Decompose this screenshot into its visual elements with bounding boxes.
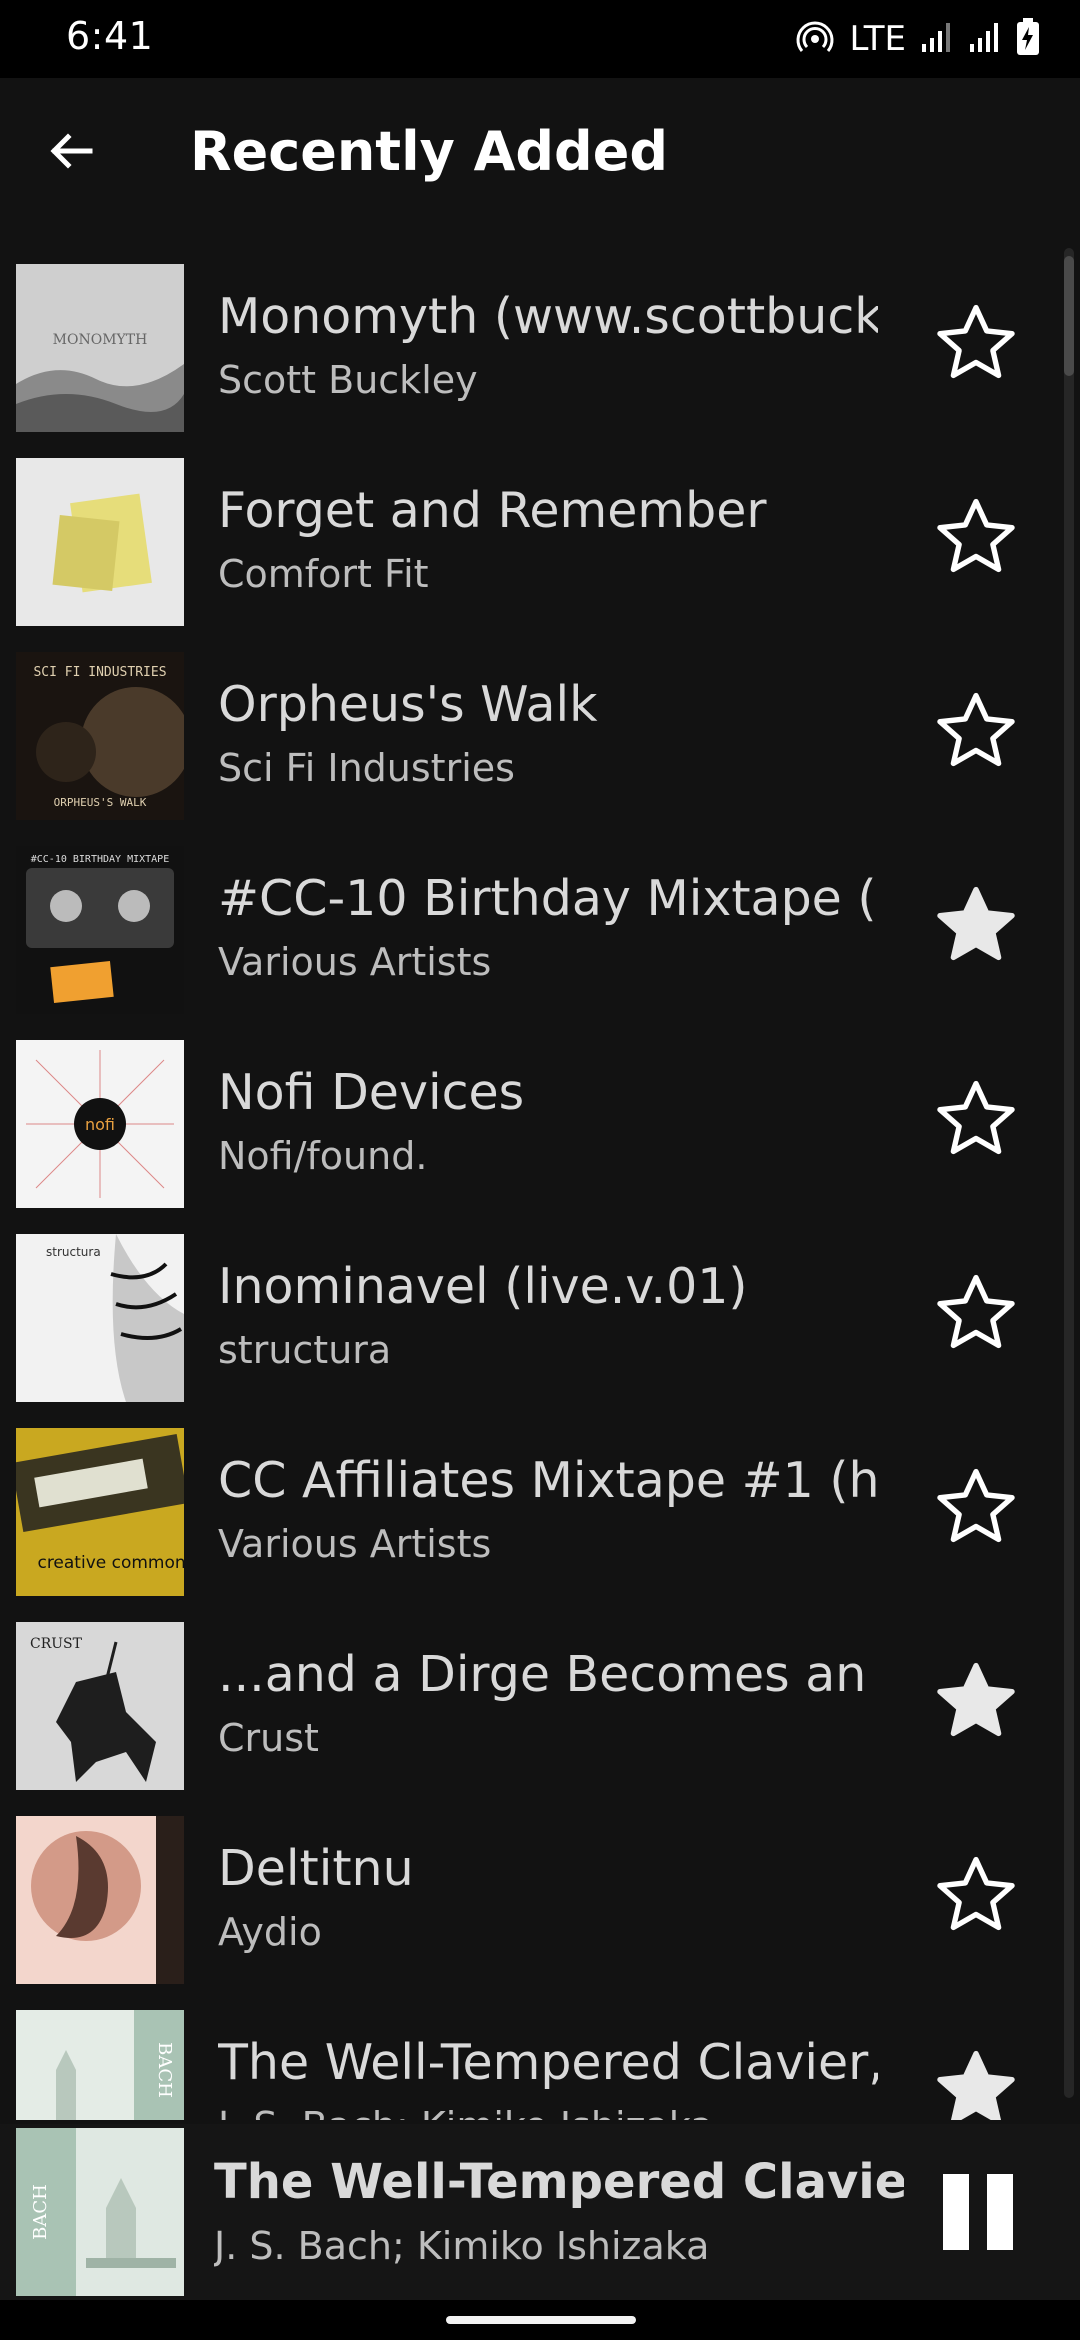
album-art-text: ORPHEUS'S WALK (54, 796, 147, 809)
favorite-button[interactable] (930, 686, 1022, 778)
song-title: Monomyth (www.scottbuckl.. (218, 288, 878, 345)
now-playing-artist: J. S. Bach; Kimiko Ishizaka (214, 2224, 710, 2268)
star-outline-icon (937, 1080, 1015, 1155)
pause-button[interactable] (930, 2164, 1026, 2260)
song-artist: Crust (218, 1716, 319, 1760)
album-art: #CC-10 BIRTHDAY MIXTAPE (16, 846, 184, 1014)
song-row[interactable]: Deltitnu Aydio (0, 1810, 1080, 2004)
album-art: MONOMYTH (16, 264, 184, 432)
song-title: Forget and Remember (218, 482, 767, 539)
favorite-button[interactable] (930, 1656, 1022, 1748)
star-outline-icon (937, 1274, 1015, 1349)
song-row[interactable]: structura Inominavel (live.v.01) structu… (0, 1228, 1080, 1422)
album-art-text: CRUST (30, 1636, 83, 1652)
song-title: CC Affiliates Mixtape #1 (htt.. (218, 1452, 878, 1509)
star-outline-icon (937, 692, 1015, 767)
status-icons: LTE (795, 16, 1040, 62)
album-art-text: #CC-10 BIRTHDAY MIXTAPE (31, 854, 169, 865)
home-gesture-handle[interactable] (446, 2316, 636, 2324)
pause-icon (943, 2174, 969, 2250)
now-playing-album-art: BACH (16, 2128, 184, 2296)
favorite-button[interactable] (930, 492, 1022, 584)
album-art-text: nofi (85, 1115, 115, 1134)
song-artist: Aydio (218, 1910, 322, 1954)
song-row[interactable]: #CC-10 BIRTHDAY MIXTAPE #CC-10 Birthday … (0, 840, 1080, 1034)
song-row[interactable]: SCI FI INDUSTRIES ORPHEUS'S WALK Orpheus… (0, 646, 1080, 840)
app-header: Recently Added (0, 78, 1080, 228)
album-art-text: structura (46, 1245, 101, 1259)
album-art: nofi (16, 1040, 184, 1208)
song-row[interactable]: Forget and Remember Comfort Fit (0, 452, 1080, 646)
song-row[interactable]: creative commons CC Affiliates Mixtape #… (0, 1422, 1080, 1616)
song-list[interactable]: MONOMYTH Monomyth (www.scottbuckl.. Scot… (0, 258, 1080, 2120)
scrollbar-thumb[interactable] (1064, 256, 1074, 376)
album-art (16, 1816, 184, 1984)
song-title: ...and a Dirge Becomes an A.. (218, 1646, 878, 1703)
network-type: LTE (849, 19, 906, 59)
scrollbar-track[interactable] (1064, 248, 1074, 2098)
song-row[interactable]: BACH The Well-Tempered Clavier,.. J. S. … (0, 2004, 1080, 2120)
album-art-text: BACH (154, 2042, 175, 2098)
song-artist: Scott Buckley (218, 358, 478, 402)
song-title: Orpheus's Walk (218, 676, 598, 733)
favorite-button[interactable] (930, 1462, 1022, 1554)
status-time: 6:41 (66, 14, 154, 58)
album-art: SCI FI INDUSTRIES ORPHEUS'S WALK (16, 652, 184, 820)
song-artist: Sci Fi Industries (218, 746, 515, 790)
song-title: Nofi Devices (218, 1064, 525, 1121)
page-title: Recently Added (190, 120, 668, 183)
signal-icon (968, 20, 1002, 58)
pause-icon-bar (987, 2174, 1013, 2250)
album-art-text: BACH (30, 2184, 51, 2240)
song-title: Inominavel (live.v.01) (218, 1258, 748, 1315)
album-art: CRUST (16, 1622, 184, 1790)
arrow-left-icon (46, 126, 96, 180)
favorite-button[interactable] (930, 298, 1022, 390)
star-outline-icon (937, 498, 1015, 573)
back-button[interactable] (36, 118, 106, 188)
now-playing-title: The Well-Tempered Clavier,.. (214, 2154, 904, 2210)
song-title: The Well-Tempered Clavier,.. (218, 2034, 878, 2091)
song-artist: Nofi/found. (218, 1134, 428, 1178)
star-filled-icon (937, 1662, 1015, 1737)
system-nav-bar (0, 2300, 1080, 2340)
favorite-button[interactable] (930, 2044, 1022, 2120)
star-outline-icon (937, 1856, 1015, 1931)
now-playing-bar[interactable]: BACH The Well-Tempered Clavier,.. J. S. … (0, 2124, 1080, 2300)
star-outline-icon (937, 304, 1015, 379)
favorite-button[interactable] (930, 1268, 1022, 1360)
song-row[interactable]: nofi Nofi Devices Nofi/found. (0, 1034, 1080, 1228)
album-art: creative commons (16, 1428, 184, 1596)
song-title: #CC-10 Birthday Mixtape (h.. (218, 870, 878, 927)
song-row[interactable]: MONOMYTH Monomyth (www.scottbuckl.. Scot… (0, 258, 1080, 452)
song-artist: Various Artists (218, 940, 492, 984)
song-title: Deltitnu (218, 1840, 414, 1897)
star-filled-icon (937, 886, 1015, 961)
album-art-text: MONOMYTH (53, 332, 148, 348)
favorite-button[interactable] (930, 880, 1022, 972)
album-art (16, 458, 184, 626)
album-art-text: SCI FI INDUSTRIES (33, 665, 166, 680)
signal-icon (920, 20, 954, 58)
album-art-text: creative commons (37, 1553, 184, 1573)
album-art: BACH (16, 2010, 184, 2120)
song-artist: Comfort Fit (218, 552, 429, 596)
star-outline-icon (937, 1468, 1015, 1543)
song-artist: Various Artists (218, 1522, 492, 1566)
star-filled-icon (937, 2050, 1015, 2120)
song-row[interactable]: CRUST ...and a Dirge Becomes an A.. Crus… (0, 1616, 1080, 1810)
song-artist: J. S. Bach; Kimiko Ishizaka (218, 2104, 878, 2120)
hotspot-icon (795, 17, 835, 61)
song-artist: structura (218, 1328, 392, 1372)
battery-charging-icon (1016, 18, 1040, 60)
favorite-button[interactable] (930, 1074, 1022, 1166)
album-art: structura (16, 1234, 184, 1402)
status-bar: 6:41 LTE (0, 0, 1080, 78)
favorite-button[interactable] (930, 1850, 1022, 1942)
